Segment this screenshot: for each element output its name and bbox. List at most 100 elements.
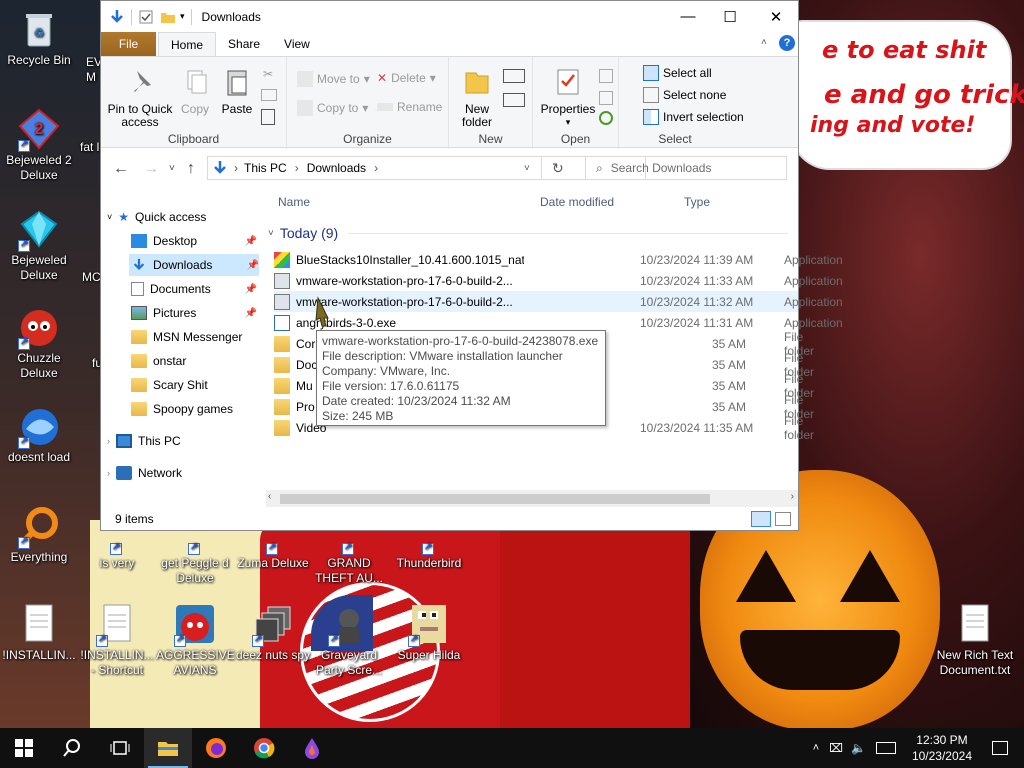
- desktop-icon-zuma[interactable]: Zuma Deluxe: [234, 537, 312, 571]
- scrollbar-thumb[interactable]: [280, 494, 710, 504]
- forward-button[interactable]: →: [143, 160, 159, 178]
- properties-button[interactable]: Properties ▾: [537, 67, 599, 129]
- new-item-icon[interactable]: [503, 69, 525, 83]
- properties-check-icon[interactable]: [138, 9, 154, 25]
- select-all-button[interactable]: Select all: [643, 65, 712, 81]
- column-header-type[interactable]: Type: [684, 195, 710, 209]
- desktop-icon-aggressive-avians[interactable]: AGGRESSIVE AVIANS: [156, 603, 235, 678]
- keyboard-icon[interactable]: [875, 742, 896, 754]
- desktop-icon-mc[interactable]: MC: [62, 270, 102, 285]
- desktop-icon-super-hilda[interactable]: Super Hilda: [390, 603, 468, 663]
- desktop-icon-is-very[interactable]: is very: [78, 537, 156, 571]
- nav-quick-access[interactable]: ˅ ★ Quick access: [107, 206, 257, 228]
- show-hidden-icons-icon[interactable]: ˄: [813, 742, 819, 754]
- desktop-icon-deez-nuts-spy[interactable]: deez nuts spy: [234, 603, 312, 663]
- taskbar-app-drop[interactable]: [288, 728, 336, 768]
- copy-path-icon[interactable]: [261, 89, 277, 101]
- large-icons-view-icon[interactable]: [775, 512, 791, 526]
- open-icon[interactable]: [599, 69, 613, 83]
- desktop-icon-label: AGGRESSIVE AVIANS: [156, 648, 235, 677]
- scroll-left-icon[interactable]: ‹: [268, 491, 271, 502]
- breadcrumb-this-pc[interactable]: This PC: [244, 161, 287, 175]
- taskbar-firefox[interactable]: [192, 728, 240, 768]
- nav-pictures[interactable]: Pictures 📌: [131, 302, 257, 324]
- file-row-hovered[interactable]: vmware-workstation-pro-17-6-0-build-2...…: [274, 291, 843, 312]
- help-icon[interactable]: ?: [779, 35, 795, 51]
- nav-spoopy-games[interactable]: Spoopy games: [131, 398, 257, 420]
- paste-button[interactable]: Paste: [219, 67, 255, 116]
- new-folder-quick-icon[interactable]: [160, 9, 176, 25]
- tab-share[interactable]: Share: [216, 32, 272, 56]
- delete-button[interactable]: ✕ Delete ▾: [377, 71, 436, 85]
- copy-button[interactable]: Copy: [179, 67, 211, 116]
- horizontal-scrollbar[interactable]: ‹ ›: [266, 490, 798, 507]
- search-box[interactable]: ⌕ Search Downloads: [585, 156, 787, 180]
- edit-icon[interactable]: [599, 91, 613, 105]
- nav-network[interactable]: › Network: [107, 462, 257, 484]
- desktop-icon-gta[interactable]: GRAND THEFT AU...: [310, 537, 388, 586]
- desktop-icon-installing[interactable]: !INSTALLIN...: [0, 603, 78, 663]
- minimize-button[interactable]: —: [665, 1, 711, 32]
- nav-onstar[interactable]: onstar: [131, 350, 257, 372]
- move-to-button[interactable]: Move to ▾: [297, 71, 370, 87]
- address-history-dropdown[interactable]: ˅: [524, 163, 530, 174]
- back-button[interactable]: ←: [113, 160, 129, 178]
- breadcrumb-downloads[interactable]: Downloads: [307, 161, 366, 175]
- pin-to-quick-access-button[interactable]: Pin to Quick access: [107, 67, 173, 129]
- nav-msn-messenger[interactable]: MSN Messenger: [131, 326, 257, 348]
- tab-home[interactable]: Home: [158, 32, 217, 56]
- column-header-name[interactable]: Name: [278, 195, 310, 209]
- refresh-icon[interactable]: ↻: [552, 160, 564, 177]
- file-name: vmware-workstation-pro-17-6-0-build-2...: [296, 273, 513, 288]
- nav-this-pc[interactable]: › This PC: [107, 430, 257, 452]
- recent-locations-dropdown[interactable]: ˅: [169, 163, 175, 174]
- scroll-right-icon[interactable]: ›: [791, 491, 794, 502]
- maximize-button[interactable]: ☐: [707, 1, 753, 32]
- invert-selection-button[interactable]: Invert selection: [643, 109, 744, 125]
- nav-desktop[interactable]: Desktop 📌: [131, 230, 257, 252]
- nav-documents[interactable]: Documents 📌: [131, 278, 257, 300]
- tab-view[interactable]: View: [272, 32, 322, 56]
- desktop-icon-fat[interactable]: fat l: [62, 140, 102, 155]
- taskbar-chrome[interactable]: [240, 728, 288, 768]
- file-row[interactable]: vmware-workstation-pro-17-6-0-build-2...…: [274, 270, 843, 291]
- desktop-icon-peggle[interactable]: get Peggle d Deluxe: [156, 537, 234, 586]
- paste-shortcut-icon[interactable]: [261, 109, 275, 125]
- taskbar-file-explorer[interactable]: [144, 728, 192, 768]
- desktop-icon-installing-shortcut[interactable]: !INSTALLIN... - Shortcut: [78, 603, 156, 678]
- history-icon[interactable]: [599, 111, 613, 125]
- file-row[interactable]: BlueStacks10Installer_10.41.600.1015_nat…: [274, 249, 843, 270]
- desktop-icon-ev[interactable]: EV M: [62, 10, 102, 85]
- address-bar[interactable]: › This PC › Downloads › ˅ ↻: [207, 156, 646, 180]
- desktop-icon-graveyard-party[interactable]: Graveyard Party Scre...: [310, 603, 388, 678]
- volume-icon[interactable]: 🔈: [851, 741, 866, 755]
- easy-access-icon[interactable]: [503, 93, 525, 107]
- details-view-icon[interactable]: [751, 511, 771, 527]
- desktop-icon-fu[interactable]: fu: [62, 356, 102, 371]
- clock[interactable]: 12:30 PM 10/23/2024: [912, 732, 972, 764]
- up-button[interactable]: ↑: [187, 160, 195, 178]
- group-header-today[interactable]: ˅ Today (9): [268, 225, 789, 241]
- desktop-icon-new-rich-text[interactable]: New Rich Text Document.txt: [936, 603, 1014, 678]
- collapse-ribbon-icon[interactable]: ˄: [761, 37, 767, 48]
- column-header-date[interactable]: Date modified: [540, 195, 614, 209]
- customize-quick-access-icon[interactable]: ▾: [180, 11, 185, 22]
- rename-button[interactable]: Rename: [377, 100, 442, 114]
- new-folder-button[interactable]: New folder: [455, 67, 499, 129]
- tab-file[interactable]: File: [101, 32, 156, 56]
- title-bar[interactable]: ▾ Downloads — ☐ ✕: [101, 1, 798, 32]
- cut-icon[interactable]: ✂: [263, 67, 273, 81]
- close-button[interactable]: ✕: [753, 1, 799, 32]
- nav-downloads[interactable]: Downloads 📌: [129, 254, 259, 276]
- copy-to-button[interactable]: Copy to ▾: [297, 100, 368, 116]
- desktop-icon-everything[interactable]: Everything: [0, 505, 78, 565]
- desktop-icon-doesnt-load[interactable]: doesnt load: [0, 405, 78, 465]
- start-button[interactable]: [0, 728, 48, 768]
- notifications-icon[interactable]: [992, 741, 1008, 755]
- select-none-button[interactable]: Select none: [643, 87, 726, 103]
- network-status-icon[interactable]: ⌧: [829, 741, 843, 755]
- search-taskbar-button[interactable]: [48, 728, 96, 768]
- task-view-button[interactable]: [96, 728, 144, 768]
- nav-scary-shit[interactable]: Scary Shit: [131, 374, 257, 396]
- desktop-icon-thunderbird[interactable]: Thunderbird: [390, 537, 468, 571]
